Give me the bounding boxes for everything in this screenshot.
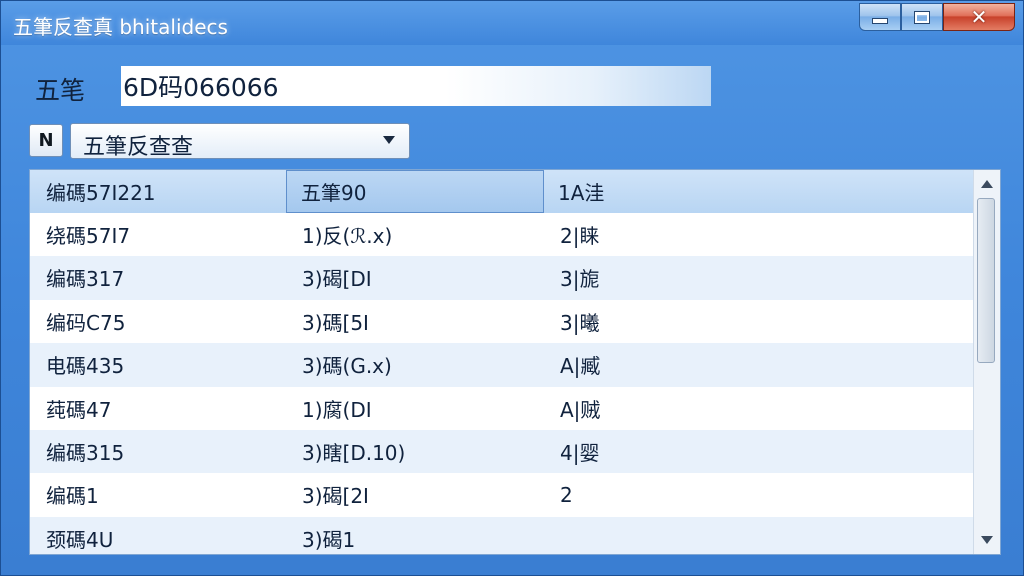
caption-buttons: ✕ xyxy=(859,3,1015,33)
mode-toggle-button[interactable]: N xyxy=(29,124,63,157)
window-title: 五筆反查真 bhitalidecs xyxy=(13,15,228,39)
table-cell-col2: 3)瞎[D.10) xyxy=(302,440,406,465)
table-cell-col1: 电碼435 xyxy=(46,354,125,379)
minimize-icon xyxy=(872,18,888,24)
maximize-icon xyxy=(915,11,929,23)
table-cell-col2: 3)碣[2I xyxy=(302,484,369,509)
table-cell-col1: 编碼315 xyxy=(46,440,125,465)
table-row[interactable]: 编碼315 3)瞎[D.10) 4|婴 xyxy=(30,429,974,474)
table-row[interactable]: 莼碼47 1)腐(DI A|贼 xyxy=(30,386,974,430)
table-cell-col1: 编码C75 xyxy=(46,310,126,335)
table-cell-col3: 3|旎 xyxy=(560,267,600,292)
maximize-button[interactable] xyxy=(901,3,943,31)
results-table: 编碼57I221 五筆90 1A洼 绕碼57I7 1)反(ℛ.x) 2|睐编碼317… xyxy=(29,169,1001,555)
code-input[interactable] xyxy=(121,66,711,106)
column-header-1[interactable]: 编碼57I221 xyxy=(30,170,286,213)
table-row[interactable]: 颈碼4U 3)碣1 xyxy=(30,516,974,554)
table-cell-col2: 3)碼[5I xyxy=(302,310,369,335)
table-cell-col1: 绕碼57I7 xyxy=(46,224,131,248)
table-cell-col3: 4|婴 xyxy=(560,440,600,465)
table-cell-col3: 3|曦 xyxy=(560,310,600,335)
table-cell-col3: A|贼 xyxy=(560,397,601,422)
table-cell-col3: 2 xyxy=(560,482,573,507)
table-cell-col3: 2|睐 xyxy=(560,224,600,248)
column-header-3[interactable]: 1A洼 xyxy=(544,170,974,213)
table-row[interactable]: 电碼435 3)碼(G.x) A|臧 xyxy=(30,343,974,387)
table-cell-col1: 编碼317 xyxy=(46,267,125,292)
table-cell-col2: 1)反(ℛ.x) xyxy=(302,224,393,248)
scroll-thumb[interactable] xyxy=(977,198,995,363)
vertical-scrollbar[interactable] xyxy=(973,170,1000,554)
table-body: 绕碼57I7 1)反(ℛ.x) 2|睐编碼317 3)碣[DI 3|旎编码C75 3)碼[… xyxy=(30,213,974,554)
table-cell-col2: 1)腐(DI xyxy=(302,397,372,422)
mode-icon: N xyxy=(38,130,54,151)
mode-dropdown[interactable]: 五筆反查查 xyxy=(70,123,410,160)
table-row[interactable]: 编碼1 3)碣[2I 2 xyxy=(30,473,974,517)
table-row[interactable]: 编码C75 3)碼[5I 3|曦 xyxy=(30,299,974,344)
table-cell-col2: 3)碣[DI xyxy=(302,267,372,292)
table-row[interactable]: 绕碼57I7 1)反(ℛ.x) 2|睐 xyxy=(30,213,974,257)
table-cell-col3: A|臧 xyxy=(560,354,601,379)
table-row[interactable]: 编碼317 3)碣[DI 3|旎 xyxy=(30,256,974,300)
table-cell-col1: 编碼1 xyxy=(46,484,99,509)
close-icon: ✕ xyxy=(970,5,988,29)
mode-dropdown-value: 五筆反查查 xyxy=(83,135,194,160)
title-bar[interactable]: 五筆反查真 bhitalidecs ✕ xyxy=(1,1,1023,45)
table-cell-col2: 3)碣1 xyxy=(302,527,356,552)
app-window: 五筆反查真 bhitalidecs ✕ 五笔 N 五筆反查查 编碼57I221 … xyxy=(0,0,1024,576)
input-label: 五笔 xyxy=(35,76,86,105)
close-button[interactable]: ✕ xyxy=(943,3,1015,31)
minimize-button[interactable] xyxy=(859,3,901,31)
table-header: 编碼57I221 五筆90 1A洼 xyxy=(30,170,974,214)
table-cell-col1: 颈碼4U xyxy=(46,527,114,552)
table-cell-col1: 莼碼47 xyxy=(46,397,112,422)
column-header-2[interactable]: 五筆90 xyxy=(286,170,544,213)
table-cell-col2: 3)碼(G.x) xyxy=(302,354,392,379)
scroll-down-icon[interactable] xyxy=(981,536,993,544)
scroll-up-icon[interactable] xyxy=(981,180,993,188)
chevron-down-icon xyxy=(383,136,395,144)
